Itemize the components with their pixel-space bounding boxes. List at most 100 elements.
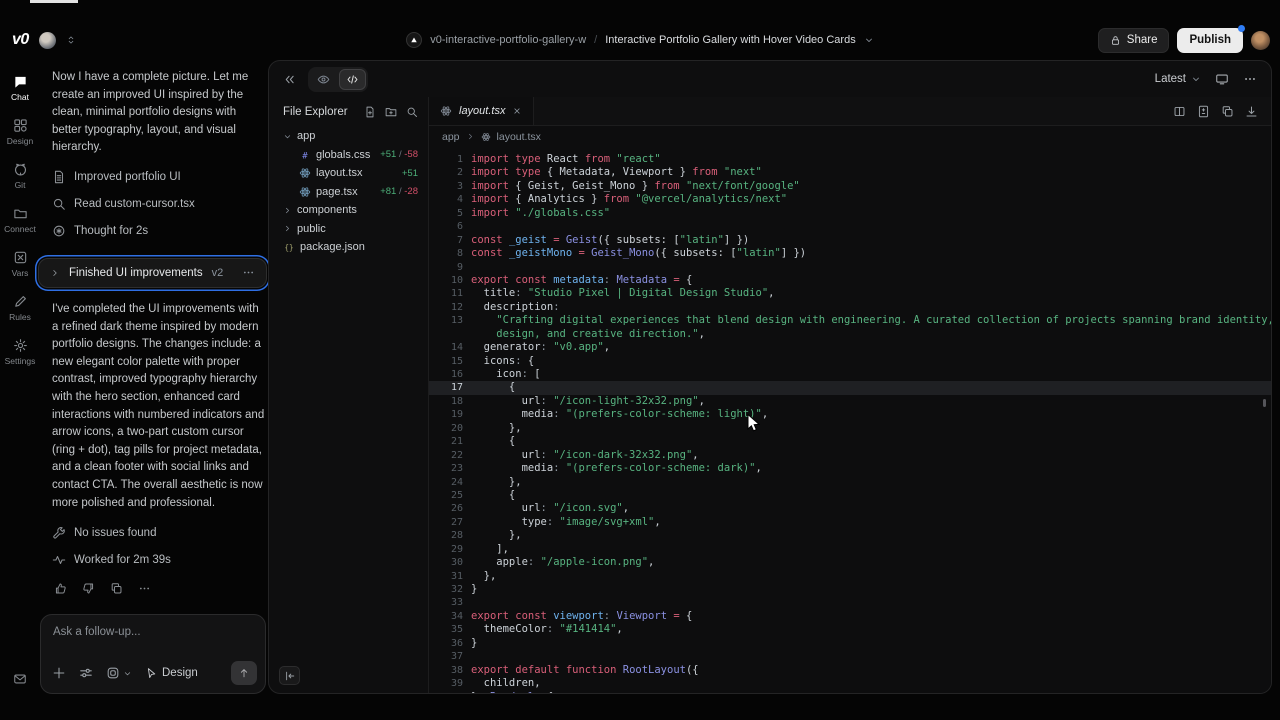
tool-row[interactable]: Read custom-cursor.tsx <box>52 191 268 218</box>
diff-file-icon[interactable] <box>1197 105 1210 118</box>
notification-dot <box>1238 25 1245 32</box>
code-line: 34export const viewport: Viewport = { <box>429 610 1271 623</box>
tool-row-label: Thought for 2s <box>74 225 148 237</box>
left-rail-items: ChatDesignGitConnect Vars RulesSettings <box>0 66 40 374</box>
version-label: Latest <box>1155 73 1186 85</box>
chat-icon <box>13 74 28 89</box>
rail-item-design[interactable]: Design <box>0 110 40 154</box>
rail-item-connect[interactable]: Connect <box>0 198 40 242</box>
tree-item-page-tsx[interactable]: page.tsx+81 / -28 <box>269 183 428 202</box>
code-text: url: "/icon-light-32x32.png", <box>471 395 705 408</box>
code-text: ], <box>471 543 509 556</box>
diff-additions: +81 <box>380 186 396 197</box>
share-button[interactable]: Share <box>1098 28 1170 53</box>
collapse-left-icon[interactable] <box>283 73 296 86</box>
preview-toggle[interactable] <box>310 69 337 90</box>
publish-button[interactable]: Publish <box>1177 28 1243 53</box>
left-rail: ChatDesignGitConnect Vars RulesSettings <box>0 60 40 720</box>
thumb-down-icon[interactable] <box>82 582 95 595</box>
task-card[interactable]: Finished UI improvements v2 <box>38 258 267 288</box>
code-text: const _geistMono = Geist_Mono({ subsets:… <box>471 247 806 260</box>
code-area[interactable]: 1import type React from "react"2import t… <box>429 147 1271 693</box>
copy-icon[interactable] <box>110 582 123 595</box>
chevron-down-icon <box>283 132 292 141</box>
line-number <box>429 328 463 341</box>
search-icon[interactable] <box>406 106 418 118</box>
code-toggle[interactable] <box>339 69 366 90</box>
breadcrumb-folder[interactable]: app <box>442 131 460 143</box>
rail-item-chat[interactable]: Chat <box>0 66 40 110</box>
code-text: media: "(prefers-color-scheme: light)", <box>471 408 768 421</box>
close-icon[interactable] <box>512 106 522 116</box>
rail-item-label: Vars <box>12 268 29 278</box>
tree-item-label: public <box>297 223 326 235</box>
message-actions <box>54 582 268 595</box>
chevron-down-icon <box>1191 74 1201 84</box>
code-text: "Crafting digital experiences that blend… <box>471 314 1271 327</box>
line-number: 14 <box>429 341 463 354</box>
breadcrumb-page-title[interactable]: Interactive Portfolio Gallery with Hover… <box>605 34 855 46</box>
mail-icon[interactable] <box>13 672 27 686</box>
collapse-explorer-button[interactable] <box>279 666 300 685</box>
breadcrumb-project[interactable]: v0-interactive-portfolio-gallery-w <box>430 34 586 46</box>
version-selector[interactable]: Latest <box>1155 73 1201 85</box>
tab-layout-tsx[interactable]: layout.tsx <box>429 97 534 125</box>
code-line: 12 description: <box>429 301 1271 314</box>
plus-icon[interactable] <box>52 666 66 680</box>
design-mode-toggle[interactable]: Design <box>145 667 198 679</box>
code-line: 27 type: "image/svg+xml", <box>429 516 1271 529</box>
tree-item-package-json[interactable]: {}package.json <box>269 238 428 257</box>
tree-item-layout-tsx[interactable]: layout.tsx+51 <box>269 164 428 183</box>
media-picker[interactable] <box>106 666 132 680</box>
download-icon[interactable] <box>1245 105 1258 118</box>
scrollbar-mark[interactable] <box>1263 399 1266 407</box>
line-number: 23 <box>429 462 463 475</box>
line-number: 4 <box>429 193 463 206</box>
tree-item-app[interactable]: app <box>269 127 428 146</box>
follow-up-input[interactable] <box>53 626 253 638</box>
code-line: 13 "Crafting digital experiences that bl… <box>429 314 1271 327</box>
workbench: Latest File Explorer app#globals.css+51 … <box>268 60 1272 694</box>
rail-item-rules[interactable]: Rules <box>0 286 40 330</box>
settings-icon <box>13 338 28 353</box>
diff-stats: +81 / -28 <box>380 186 428 197</box>
chevron-down-icon[interactable] <box>864 35 874 45</box>
code-line: 10export const metadata: Metadata = { <box>429 274 1271 287</box>
tree-item-public[interactable]: public <box>269 220 428 239</box>
tree-item-globals-css[interactable]: #globals.css+51 / -58 <box>269 146 428 165</box>
code-line: 1import type React from "react" <box>429 153 1271 166</box>
user-avatar[interactable] <box>1251 31 1270 50</box>
breadcrumb-file[interactable]: layout.tsx <box>497 131 541 143</box>
code-line: 19 media: "(prefers-color-scheme: light)… <box>429 408 1271 421</box>
device-icon[interactable] <box>1215 72 1229 86</box>
code-line: 40}: Readonly<{ <box>429 691 1271 694</box>
sliders-icon[interactable] <box>79 666 93 680</box>
new-file-icon[interactable] <box>364 106 376 118</box>
split-view-icon[interactable] <box>1173 105 1186 118</box>
new-folder-icon[interactable] <box>385 106 397 118</box>
cursor-icon <box>145 667 157 679</box>
send-button[interactable] <box>231 661 257 685</box>
line-number: 27 <box>429 516 463 529</box>
ellipsis-icon[interactable] <box>1243 72 1257 86</box>
tool-row[interactable]: Thought for 2s <box>52 218 268 245</box>
chevron-right-icon <box>466 132 475 141</box>
recording-artifact <box>30 0 78 3</box>
rail-item-vars[interactable]: Vars <box>0 242 40 286</box>
copy-icon[interactable] <box>1221 105 1234 118</box>
ellipsis-icon[interactable] <box>138 582 151 595</box>
publish-label: Publish <box>1189 34 1231 46</box>
tool-row[interactable]: Worked for 2m 39s <box>52 546 268 573</box>
tree-item-label: globals.css <box>316 149 370 161</box>
thumb-up-icon[interactable] <box>54 582 67 595</box>
line-number: 22 <box>429 449 463 462</box>
ellipsis-icon[interactable] <box>242 266 255 279</box>
tree-item-label: package.json <box>300 241 365 253</box>
tree-item-components[interactable]: components <box>269 201 428 220</box>
rail-item-settings[interactable]: Settings <box>0 330 40 374</box>
tool-row[interactable]: Improved portfolio UI <box>52 164 268 191</box>
top-bar: v0 v0-interactive-portfolio-gallery-w / … <box>0 20 1280 60</box>
rail-item-git[interactable]: Git <box>0 154 40 198</box>
line-number: 26 <box>429 502 463 515</box>
tool-row[interactable]: No issues found <box>52 519 268 546</box>
